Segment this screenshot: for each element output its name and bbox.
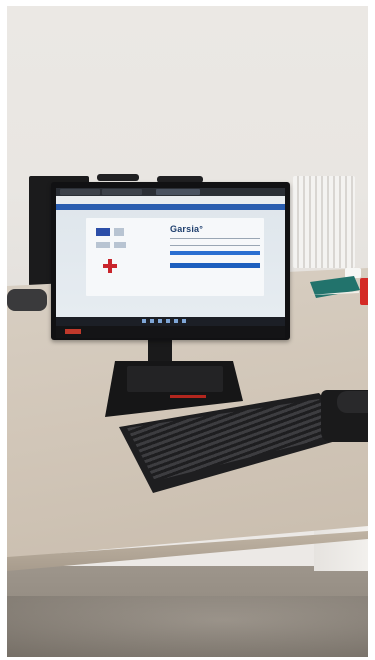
taskbar-app-icon[interactable]	[158, 319, 162, 323]
browser-tab	[60, 189, 100, 195]
browser-tab-bar	[56, 188, 285, 196]
start-icon[interactable]	[142, 319, 146, 323]
monitor-chin	[56, 326, 285, 338]
pc-red-stripe	[170, 395, 206, 398]
page-header-strip	[56, 204, 285, 210]
spid-login-button[interactable]	[170, 263, 260, 268]
browser-tab	[102, 189, 142, 195]
brand-badge	[65, 329, 81, 334]
radiator	[293, 176, 355, 268]
login-button[interactable]	[170, 251, 260, 255]
webcam	[97, 174, 139, 181]
password-field[interactable]	[170, 245, 260, 246]
partner-logo-icon	[114, 228, 124, 236]
tiny-pc	[127, 366, 223, 392]
username-field[interactable]	[170, 238, 260, 239]
partner-logo-icon	[114, 242, 126, 248]
taskbar-app-icon[interactable]	[150, 319, 154, 323]
red-cross-logo-icon	[103, 264, 117, 268]
web-page: Garsia°	[56, 204, 285, 317]
eu-logo-icon	[96, 228, 110, 236]
taskbar-app-icon[interactable]	[174, 319, 178, 323]
taskbar	[56, 317, 285, 326]
partner-logo-icon	[96, 242, 110, 248]
login-card: Garsia°	[86, 218, 264, 296]
left-device	[7, 289, 47, 311]
app-title: Garsia°	[170, 224, 204, 234]
browser-address-bar	[56, 196, 285, 204]
mouse	[337, 391, 368, 413]
browser-tab-active	[156, 189, 200, 195]
photo: Garsia°	[7, 6, 368, 657]
taskbar-app-icon[interactable]	[182, 319, 186, 323]
monitor-screen: Garsia°	[56, 188, 285, 326]
taskbar-app-icon[interactable]	[166, 319, 170, 323]
monitor: Garsia°	[51, 182, 290, 340]
red-cup	[360, 278, 368, 305]
floor-shadow	[7, 596, 368, 657]
